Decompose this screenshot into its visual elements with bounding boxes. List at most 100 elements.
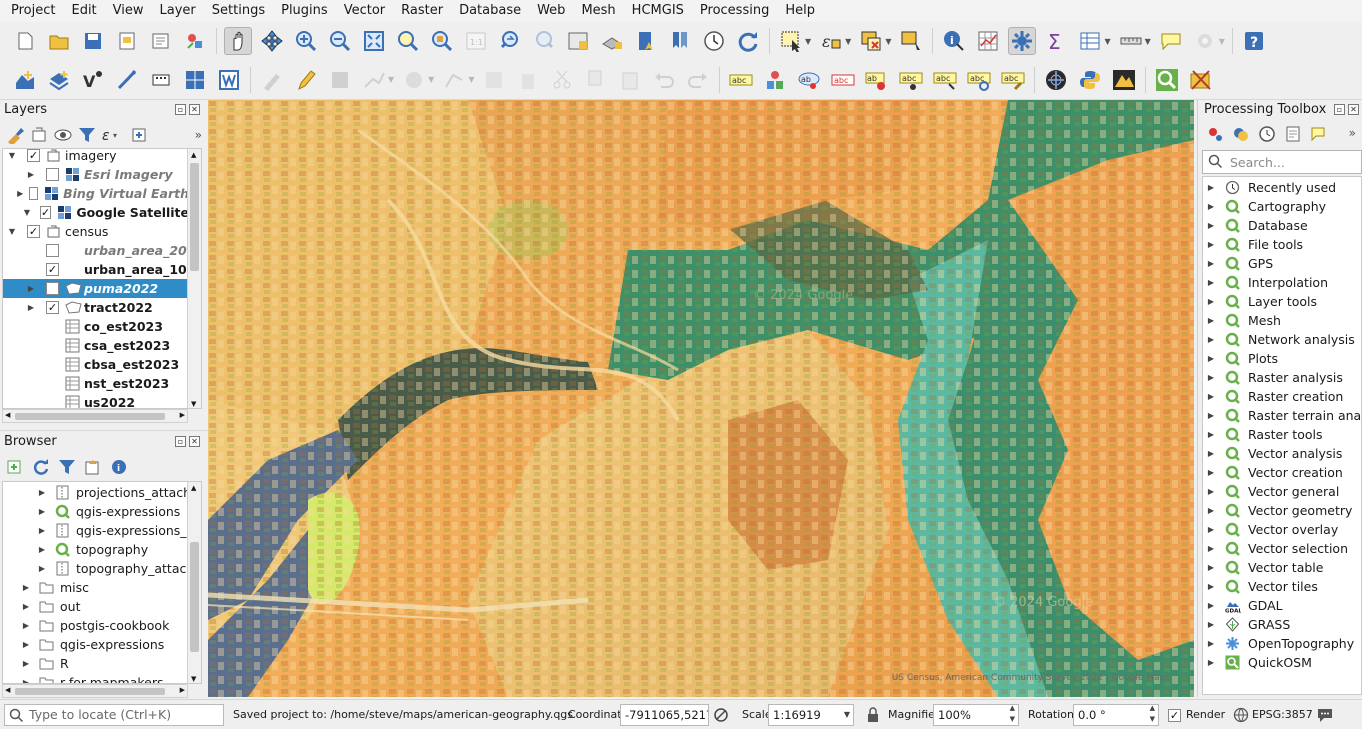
menu-view[interactable]: View	[105, 0, 152, 22]
add-raster-layer-icon[interactable]	[45, 66, 73, 94]
measure-dropdown-icon[interactable]: ▼	[1145, 37, 1151, 46]
toolbox-provider-vector-analysis[interactable]: ▶ Vector analysis	[1203, 444, 1343, 463]
zoom-to-layer-icon[interactable]	[428, 27, 456, 55]
edit-features-in-place-icon[interactable]	[1310, 125, 1328, 143]
toolbox-provider-gps[interactable]: ▶ GPS	[1203, 254, 1273, 273]
toolbox-provider-layer-tools[interactable]: ▶ Layer tools	[1203, 292, 1317, 311]
menu-mesh[interactable]: Mesh	[573, 0, 623, 22]
menu-help[interactable]: Help	[777, 0, 823, 22]
layer-row-urban-area-10[interactable]: ✓ urban_area_10	[3, 260, 189, 279]
browser-item[interactable]: ▶ r-for-mapmakers	[3, 673, 164, 683]
paste-features-icon[interactable]	[616, 66, 644, 94]
scale-combo[interactable]: 1:16919 ▼	[768, 704, 854, 726]
toolbox-close-icon[interactable]: ✕	[1348, 104, 1359, 115]
menu-plugins[interactable]: Plugins	[273, 0, 336, 22]
toolbox-provider-vector-general[interactable]: ▶ Vector general	[1203, 482, 1339, 501]
toolbox-provider-vector-geometry[interactable]: ▶ Vector geometry	[1203, 501, 1352, 520]
processing-toolbox-icon[interactable]	[1008, 27, 1037, 55]
layer-visibility-checkbox[interactable]: ✓	[46, 263, 59, 276]
browser-h-scrollbar[interactable]: ◀ ▶	[2, 684, 188, 698]
map-tips-icon[interactable]	[1157, 27, 1185, 55]
expand-arrow-icon[interactable]: ▶	[37, 488, 47, 497]
expand-arrow-icon[interactable]: ▶	[26, 170, 36, 179]
render-checkbox[interactable]: ✓	[1168, 709, 1181, 722]
toolbox-provider-quickosm[interactable]: ▶ QuickOSM	[1203, 653, 1312, 672]
menu-settings[interactable]: Settings	[204, 0, 273, 22]
expand-arrow-icon[interactable]: ▶	[1206, 297, 1216, 306]
results-viewer-icon[interactable]	[1284, 125, 1302, 143]
add-wfs-layer-icon[interactable]	[215, 66, 243, 94]
deselect-dropdown-icon[interactable]: ▼	[885, 37, 891, 46]
highlight-pinned-labels-icon[interactable]: ab	[795, 66, 823, 94]
layer-visibility-checkbox[interactable]: ✓	[39, 206, 52, 219]
expand-arrow-icon[interactable]: ▶	[21, 659, 31, 668]
expand-arrow-icon[interactable]: ▶	[1206, 449, 1216, 458]
layer-row-tract2022[interactable]: ▶ ✓ tract2022	[3, 298, 189, 317]
expand-arrow-icon[interactable]: ▶	[1206, 240, 1216, 249]
browser-item[interactable]: ▶ out	[3, 597, 81, 616]
layer-row-co-est2023[interactable]: co_est2023	[3, 317, 189, 336]
menu-vector[interactable]: Vector	[336, 0, 393, 22]
toolbox-provider-raster-creation[interactable]: ▶ Raster creation	[1203, 387, 1343, 406]
expand-arrow-icon[interactable]: ▶	[1206, 582, 1216, 591]
browser-item[interactable]: ▶ postgis-cookbook	[3, 616, 169, 635]
quickmapservices-icon[interactable]	[1042, 66, 1070, 94]
crs-globe-icon[interactable]	[1233, 707, 1249, 723]
toolbox-float-icon[interactable]: ▫	[1334, 104, 1345, 115]
pan-to-selection-icon[interactable]	[258, 27, 286, 55]
expand-all-icon[interactable]	[130, 126, 148, 144]
toolbox-provider-database[interactable]: ▶ Database	[1203, 216, 1308, 235]
new-print-layout-icon[interactable]	[113, 27, 141, 55]
menu-database[interactable]: Database	[451, 0, 529, 22]
digitize-shape-icon[interactable]	[400, 66, 428, 94]
browser-scrollbar-thumb[interactable]	[190, 542, 199, 652]
expand-arrow-icon[interactable]: ▶	[17, 189, 23, 198]
add-group-icon[interactable]	[30, 126, 48, 144]
attribute-table-icon[interactable]	[974, 27, 1002, 55]
python-console-icon[interactable]	[1076, 66, 1104, 94]
browser-item[interactable]: ▶ projections_attachm	[3, 483, 189, 502]
toolbox-provider-network-analysis[interactable]: ▶ Network analysis	[1203, 330, 1355, 349]
magnifier-stepper-icon[interactable]: ▲ ▼	[1010, 705, 1015, 725]
menu-project[interactable]: Project	[3, 0, 63, 22]
menu-edit[interactable]: Edit	[63, 0, 104, 22]
redo-icon[interactable]	[684, 66, 712, 94]
expand-arrow-icon[interactable]: ▶	[1206, 487, 1216, 496]
add-vector-layer-icon[interactable]	[11, 66, 39, 94]
expand-arrow-icon[interactable]: ▶	[1206, 620, 1216, 629]
settings-dropdown-icon[interactable]: ▼	[1219, 37, 1225, 46]
toolbox-provider-grass[interactable]: ▶ GRASS	[1203, 615, 1290, 634]
layer-row-esri-imagery[interactable]: ▶ Esri Imagery	[3, 165, 189, 184]
select-by-location-icon[interactable]	[897, 27, 925, 55]
copy-features-icon[interactable]	[582, 66, 610, 94]
expand-arrow-icon[interactable]: ▶	[1206, 506, 1216, 515]
rotation-stepper-icon[interactable]: ▲ ▼	[1150, 705, 1155, 725]
properties-info-icon[interactable]: i	[110, 458, 128, 476]
expand-arrow-icon[interactable]: ▶	[21, 602, 31, 611]
toolbox-provider-vector-table[interactable]: ▶ Vector table	[1203, 558, 1324, 577]
toolbox-provider-cartography[interactable]: ▶ Cartography	[1203, 197, 1326, 216]
browser-item[interactable]: ▶ topography	[3, 540, 148, 559]
add-wms-layer-icon[interactable]	[181, 66, 209, 94]
crs-label[interactable]: EPSG:3857	[1252, 704, 1313, 726]
toolbox-provider-vector-tiles[interactable]: ▶ Vector tiles	[1203, 577, 1318, 596]
processing-search-icon[interactable]	[1153, 66, 1181, 94]
expand-arrow-icon[interactable]: ▶	[1206, 316, 1216, 325]
expand-arrow-icon[interactable]: ▶	[1206, 221, 1216, 230]
expand-arrow-icon[interactable]: ▶	[26, 284, 36, 293]
digitize-line-icon[interactable]	[360, 66, 388, 94]
toolbox-more-icon[interactable]: »	[1349, 126, 1356, 140]
label-toolbar-icon[interactable]: abc	[727, 66, 755, 94]
temporal-controller-icon[interactable]	[700, 27, 728, 55]
toolbox-provider-raster-analysis[interactable]: ▶ Raster analysis	[1203, 368, 1343, 387]
browser-item[interactable]: ▶ topography_attachm	[3, 559, 189, 578]
expand-arrow-icon[interactable]: ▶	[1206, 601, 1216, 610]
layer-row-csa-est2023[interactable]: csa_est2023	[3, 336, 189, 355]
select-by-expression-dropdown-icon[interactable]: ▼	[845, 37, 851, 46]
menu-hcmgis[interactable]: HCMGIS	[624, 0, 692, 22]
map-canvas[interactable]: © 2024 Google © 2024 Google US Census, A…	[208, 100, 1194, 697]
browser-item[interactable]: ▶ qgis-expressions_att	[3, 521, 189, 540]
zoom-next-icon[interactable]	[530, 27, 558, 55]
toolbox-provider-opentopography[interactable]: ▶ OpenTopography	[1203, 634, 1354, 653]
expand-arrow-icon[interactable]: ▶	[37, 564, 47, 573]
